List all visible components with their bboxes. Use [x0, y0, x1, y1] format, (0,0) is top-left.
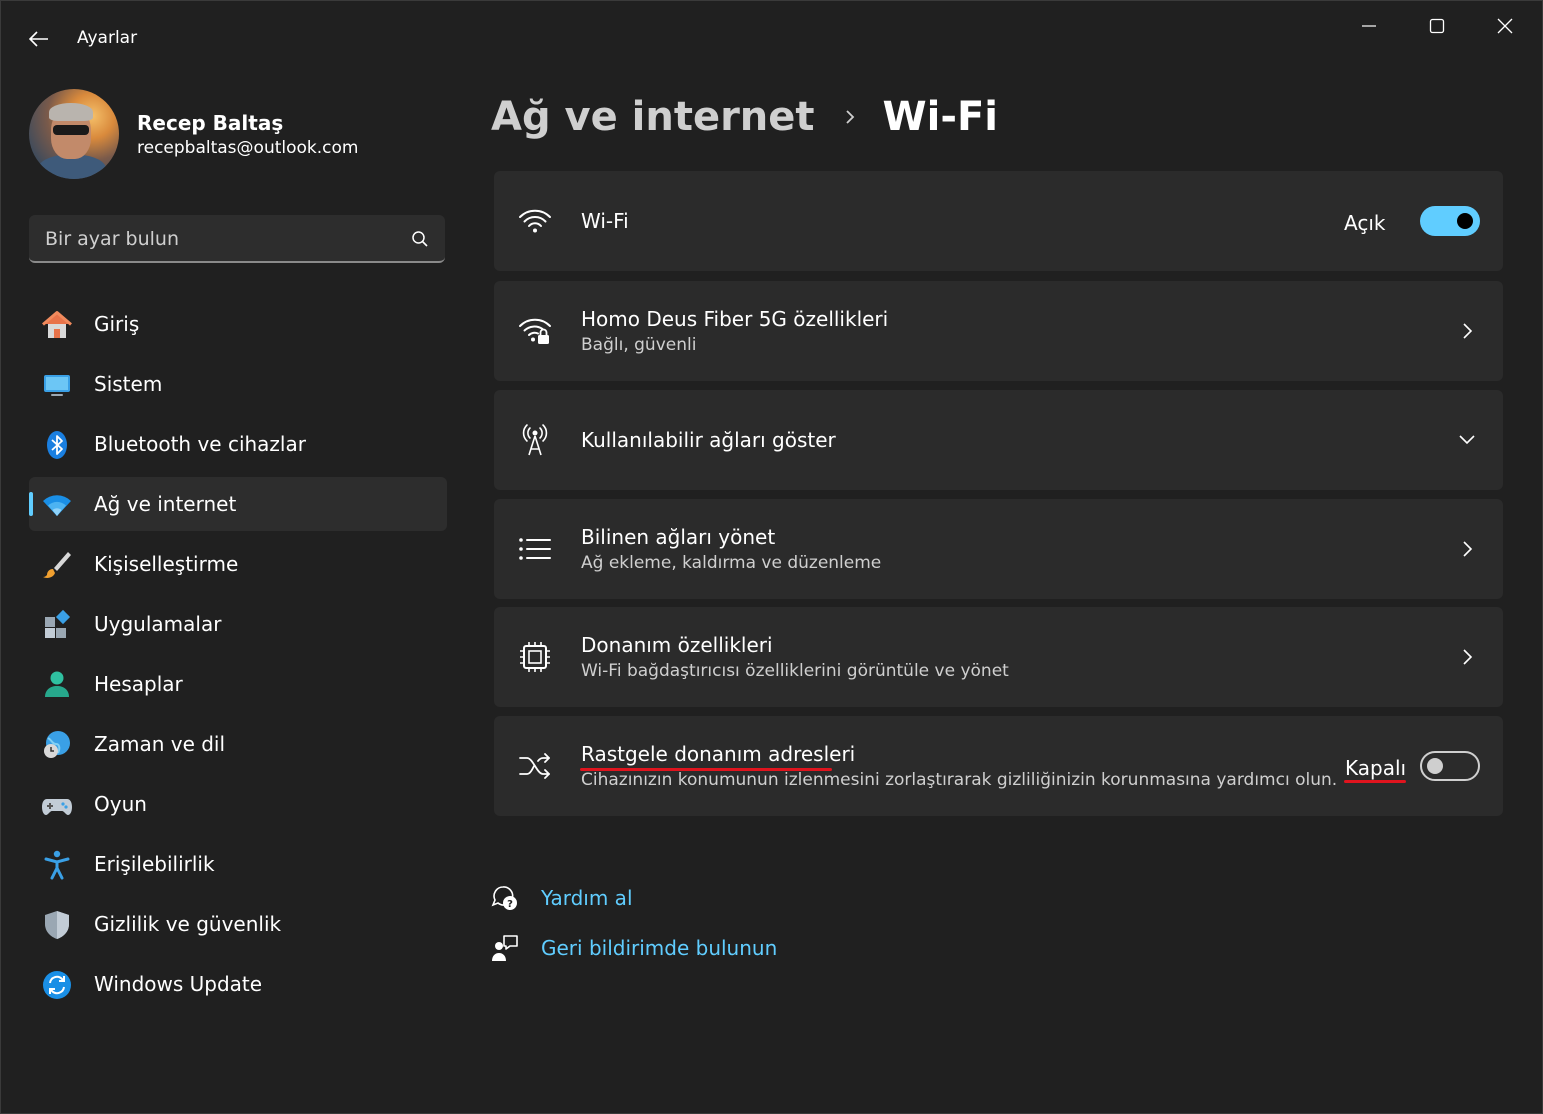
network-properties-title: Homo Deus Fiber 5G özellikleri — [581, 307, 889, 331]
wifi-lock-icon — [518, 315, 552, 347]
update-icon — [41, 969, 73, 1001]
hardware-properties-title: Donanım özellikleri — [581, 633, 773, 657]
home-icon — [41, 309, 73, 341]
chip-icon — [518, 641, 552, 673]
sidebar-item-label: Ağ ve internet — [94, 492, 237, 516]
breadcrumb-parent[interactable]: Ağ ve internet — [491, 94, 815, 140]
random-hardware-addresses-card[interactable]: Rastgele donanım adresleri Cihazınızın k… — [494, 716, 1503, 816]
sidebar-item-gaming[interactable]: Oyun — [29, 777, 447, 831]
random-addresses-toggle[interactable] — [1420, 751, 1480, 781]
sidebar-item-bluetooth[interactable]: Bluetooth ve cihazlar — [29, 417, 447, 471]
sidebar-item-home[interactable]: Giriş — [29, 297, 447, 351]
settings-window: Ayarlar Recep Baltaş recepbaltas@outlook… — [0, 0, 1543, 1114]
known-networks-card[interactable]: Bilinen ağları yönet Ağ ekleme, kaldırma… — [494, 499, 1503, 599]
available-networks-title: Kullanılabilir ağları göster — [581, 428, 836, 452]
sidebar-item-privacy[interactable]: Gizlilik ve güvenlik — [29, 897, 447, 951]
help-chat-icon: ? — [491, 884, 519, 912]
close-button[interactable] — [1473, 9, 1537, 43]
svg-text:?: ? — [507, 899, 513, 910]
globe-clock-icon — [41, 729, 73, 761]
breadcrumb: Ağ ve internet Wi-Fi — [491, 89, 998, 145]
app-title: Ayarlar — [77, 28, 138, 48]
random-addresses-subtitle: Cihazınızın konumunun izlenmesini zorlaş… — [581, 770, 1338, 790]
system-icon — [41, 369, 73, 401]
wifi-icon — [518, 205, 552, 237]
hardware-properties-subtitle: Wi-Fi bağdaştırıcısı özelliklerini görün… — [581, 661, 1009, 681]
sidebar-item-personalization[interactable]: Kişiselleştirme — [29, 537, 447, 591]
maximize-button[interactable] — [1405, 9, 1469, 43]
close-icon — [1497, 18, 1513, 34]
chevron-right-icon — [1463, 323, 1473, 339]
sidebar-nav: Giriş Sistem Bluetooth ve cihazlar Ağ ve… — [29, 297, 447, 1017]
sidebar-item-label: Zaman ve dil — [94, 732, 226, 756]
sidebar-item-time-language[interactable]: Zaman ve dil — [29, 717, 447, 771]
annotation-underline — [1344, 780, 1406, 783]
accessibility-icon — [41, 849, 73, 881]
list-icon — [518, 533, 552, 565]
bluetooth-icon — [41, 429, 73, 461]
give-feedback-label[interactable]: Geri bildirimde bulunun — [541, 936, 777, 960]
random-addresses-state-label: Kapalı — [1345, 756, 1407, 780]
sidebar-item-label: Gizlilik ve güvenlik — [94, 912, 282, 936]
give-feedback-link[interactable]: Geri bildirimde bulunun — [491, 931, 777, 965]
known-networks-subtitle: Ağ ekleme, kaldırma ve düzenleme — [581, 553, 882, 573]
available-networks-card[interactable]: Kullanılabilir ağları göster — [494, 390, 1503, 490]
antenna-icon — [518, 424, 552, 456]
back-button[interactable] — [23, 23, 55, 55]
sidebar-item-label: Hesaplar — [94, 672, 183, 696]
shield-icon — [41, 909, 73, 941]
back-arrow-icon — [29, 31, 48, 47]
search-input[interactable] — [43, 215, 397, 263]
network-properties-card[interactable]: Homo Deus Fiber 5G özellikleri Bağlı, gü… — [494, 281, 1503, 381]
feedback-icon — [491, 934, 519, 962]
avatar[interactable] — [29, 89, 119, 179]
sidebar-item-label: Bluetooth ve cihazlar — [94, 432, 306, 456]
maximize-icon — [1429, 18, 1445, 34]
chevron-right-icon — [1463, 541, 1473, 557]
sidebar-item-apps[interactable]: Uygulamalar — [29, 597, 447, 651]
shuffle-icon — [518, 750, 552, 782]
sidebar-item-label: Uygulamalar — [94, 612, 222, 636]
sidebar-item-accounts[interactable]: Hesaplar — [29, 657, 447, 711]
user-name: Recep Baltaş — [137, 111, 284, 135]
get-help-label[interactable]: Yardım al — [541, 886, 633, 910]
sidebar-item-network[interactable]: Ağ ve internet — [29, 477, 447, 531]
wifi-state-label: Açık — [1344, 211, 1386, 235]
known-networks-title: Bilinen ağları yönet — [581, 525, 776, 549]
title-bar: Ayarlar — [1, 1, 1542, 71]
sidebar-item-label: Sistem — [94, 372, 163, 396]
apps-icon — [41, 609, 73, 641]
sidebar-item-label: Giriş — [94, 312, 140, 336]
wifi-icon — [41, 489, 73, 521]
minimize-button[interactable] — [1337, 9, 1401, 43]
network-properties-subtitle: Bağlı, güvenli — [581, 335, 697, 355]
search-icon[interactable] — [411, 230, 429, 248]
sidebar-item-system[interactable]: Sistem — [29, 357, 447, 411]
person-icon — [41, 669, 73, 701]
page-title: Wi-Fi — [882, 94, 999, 140]
chevron-right-icon — [845, 110, 854, 124]
sidebar-item-label: Windows Update — [94, 972, 263, 996]
search-box[interactable] — [29, 215, 445, 263]
chevron-down-icon — [1459, 435, 1475, 445]
sidebar-item-label: Kişiselleştirme — [94, 552, 239, 576]
sidebar-item-accessibility[interactable]: Erişilebilirlik — [29, 837, 447, 891]
random-addresses-title: Rastgele donanım adresleri — [581, 742, 856, 766]
sidebar-item-windows-update[interactable]: Windows Update — [29, 957, 447, 1011]
gamepad-icon — [41, 789, 73, 821]
wifi-title: Wi-Fi — [581, 209, 629, 233]
hardware-properties-card[interactable]: Donanım özellikleri Wi-Fi bağdaştırıcısı… — [494, 607, 1503, 707]
user-email: recepbaltas@outlook.com — [137, 138, 359, 158]
minimize-icon — [1362, 25, 1376, 27]
wifi-toggle[interactable] — [1420, 206, 1480, 236]
get-help-link[interactable]: ? Yardım al — [491, 881, 633, 915]
brush-icon — [41, 549, 73, 581]
wifi-toggle-card[interactable]: Wi-Fi Açık — [494, 171, 1503, 271]
sidebar-item-label: Erişilebilirlik — [94, 852, 215, 876]
chevron-right-icon — [1463, 649, 1473, 665]
sidebar-item-label: Oyun — [94, 792, 147, 816]
